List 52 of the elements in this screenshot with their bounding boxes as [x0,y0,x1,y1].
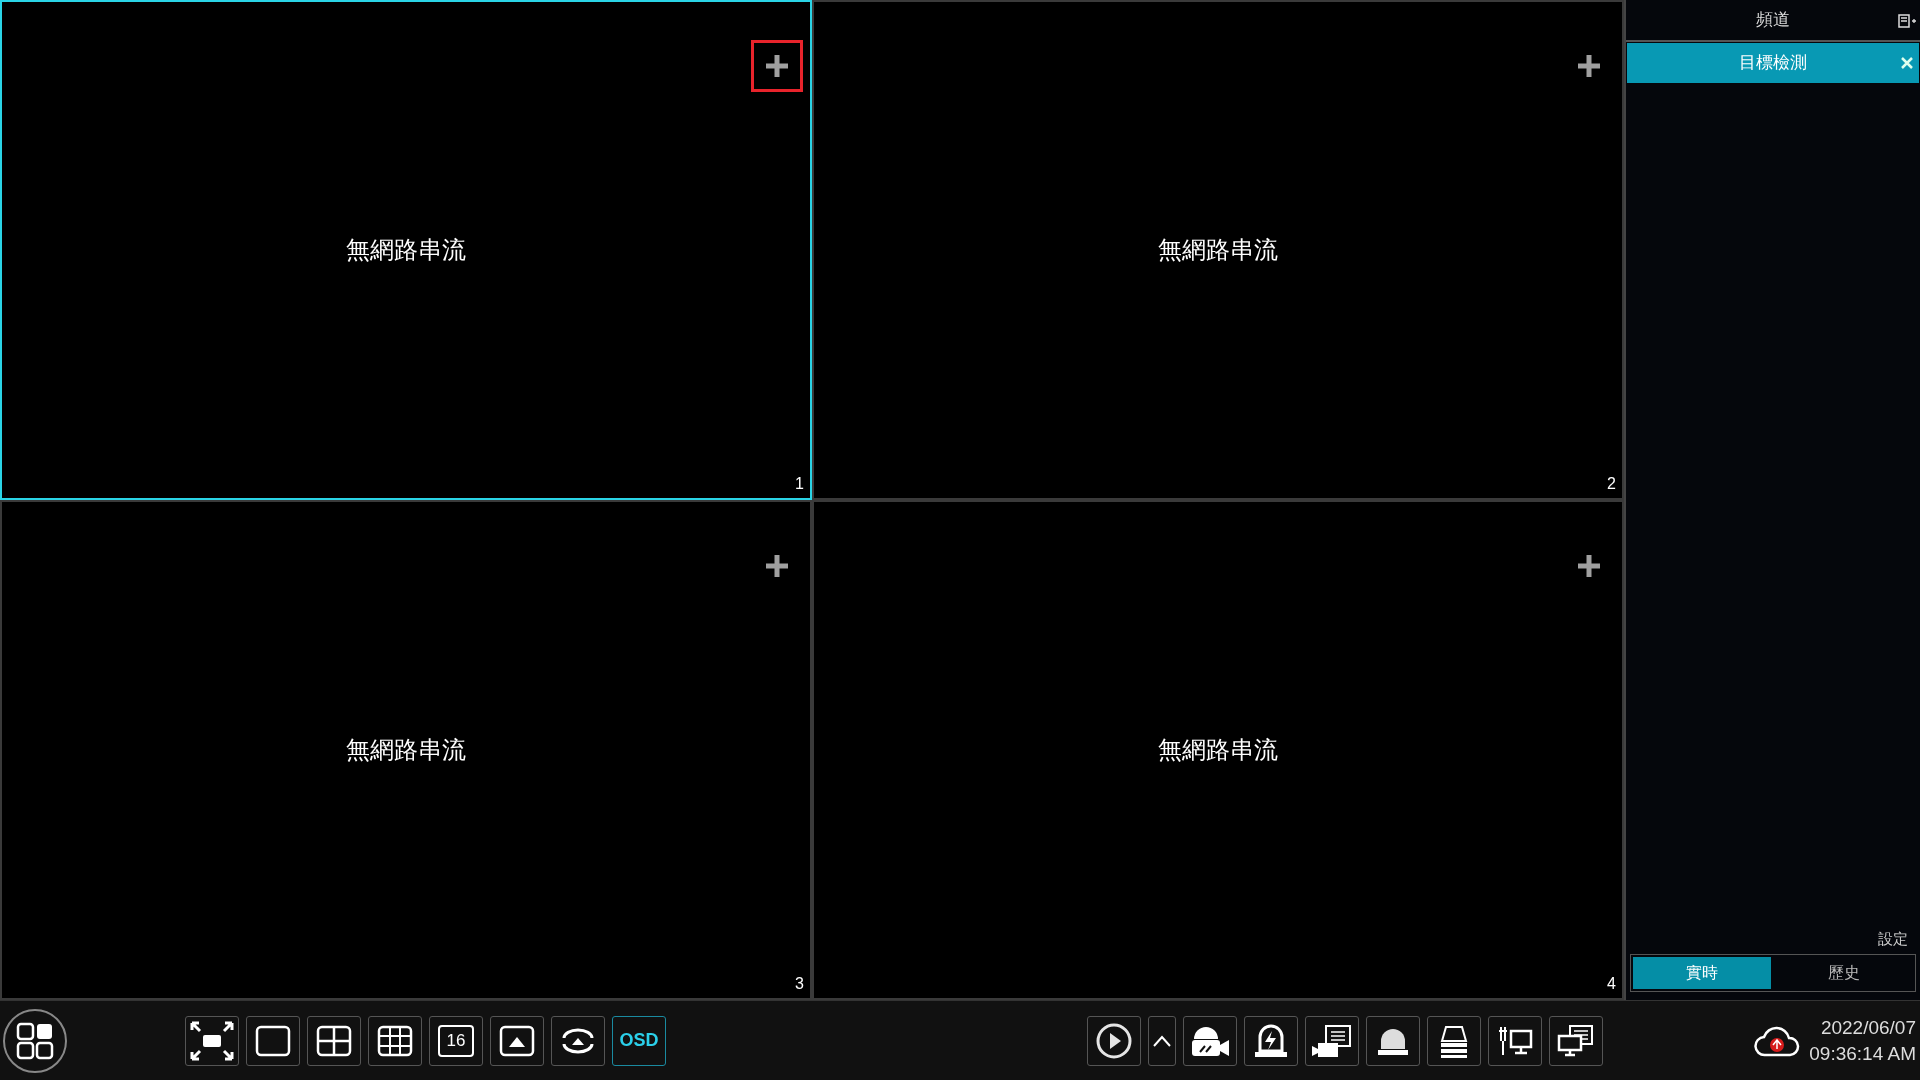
custom-view-button[interactable] [490,1015,544,1066]
nine-grid-icon [377,1024,413,1057]
channel-number: 3 [795,974,804,994]
plus-icon [1576,53,1602,79]
plus-icon [1576,553,1602,579]
video-tile[interactable]: 無網路串流 2 [812,0,1624,500]
add-button[interactable] [751,40,803,92]
play-icon [1095,1021,1134,1060]
quad-view-button[interactable] [307,1015,361,1066]
playback-button[interactable] [1087,1015,1142,1066]
siren-button[interactable] [1366,1015,1421,1066]
video-tile[interactable]: 無網路串流 3 [0,500,812,1000]
menu-button[interactable] [3,1008,67,1073]
single-view-button[interactable] [246,1015,300,1066]
network-button[interactable] [1488,1015,1543,1066]
add-panel-icon [1898,14,1916,28]
mode-tab[interactable]: 實時 [1633,957,1771,989]
grid-icon [16,1021,54,1060]
video-tile[interactable]: 無網路串流 4 [812,500,1624,1000]
plus-icon [764,553,790,579]
no-stream-message: 無網路串流 [346,735,466,765]
nine-view-button[interactable] [368,1015,422,1066]
caret-up-icon [1153,1034,1172,1047]
sequence-button[interactable] [551,1015,605,1066]
record-button[interactable] [1183,1015,1238,1066]
quad-grid-icon [316,1024,352,1057]
channel-number: 4 [1607,974,1616,994]
sidebar-title: 頻道 [1756,9,1790,32]
sixteen-view-button[interactable]: 16 [429,1015,483,1066]
plus-icon [764,53,790,79]
snapshot-button[interactable] [1305,1015,1360,1066]
rotate-icon [560,1027,596,1054]
settings-link[interactable]: 設定 [1878,927,1908,950]
osd-button[interactable]: OSD [612,1015,666,1066]
time-text: 09:36:14 AM [1809,1041,1916,1066]
channel-number: 2 [1607,474,1616,494]
disk-button[interactable] [1427,1015,1482,1066]
channel-number: 1 [795,474,804,494]
fullscreen-icon [190,1020,234,1061]
alarm-button[interactable] [1244,1015,1299,1066]
square-icon [255,1024,291,1057]
expand-button[interactable] [1148,1015,1177,1066]
fullscreen-button[interactable] [185,1015,239,1066]
video-tile[interactable]: 無網路串流 1 [0,0,812,500]
no-stream-message: 無網路串流 [1158,235,1278,265]
display-button[interactable] [1549,1015,1604,1066]
no-stream-message: 無網路串流 [346,235,466,265]
close-icon [1901,57,1913,69]
date-text: 2022/06/07 [1820,1015,1916,1040]
no-stream-message: 無網路串流 [1158,735,1278,765]
triangle-grid-icon [499,1024,535,1057]
mode-tab[interactable]: 歷史 [1775,957,1913,989]
